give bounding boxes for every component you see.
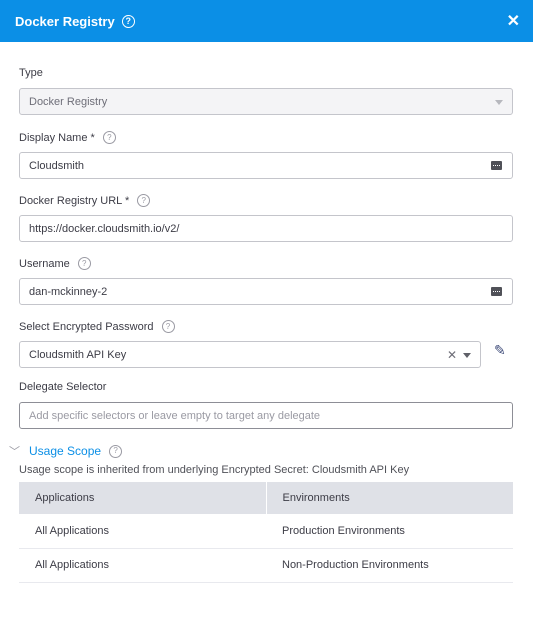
type-select-value: Docker Registry — [29, 95, 108, 108]
column-header-environments: Environments — [266, 482, 513, 514]
registry-url-input[interactable]: https://docker.cloudsmith.io/v2/ — [19, 215, 513, 242]
chevron-down-icon[interactable]: ﹀ — [9, 443, 25, 459]
usage-scope-table: Applications Environments All Applicatio… — [19, 482, 513, 583]
delegate-placeholder: Add specific selectors or leave empty to… — [29, 409, 321, 422]
table-cell: All Applications — [19, 514, 266, 549]
close-icon[interactable]: ✕ — [507, 11, 520, 31]
registry-url-label-text: Docker Registry URL * — [19, 194, 130, 207]
key-icon[interactable] — [491, 161, 502, 170]
username-input[interactable]: dan-mckinney-2 — [19, 278, 513, 305]
password-select[interactable]: Cloudsmith API Key ✕ — [19, 341, 481, 368]
password-label-text: Select Encrypted Password — [19, 320, 154, 333]
username-value: dan-mckinney-2 — [29, 285, 108, 298]
table-row: All Applications Production Environments — [19, 514, 513, 549]
password-label: Select Encrypted Password ? — [19, 320, 175, 333]
column-header-applications: Applications — [19, 482, 267, 514]
display-name-label: Display Name * ? — [19, 131, 116, 144]
dialog-header: Docker Registry ? ✕ — [0, 0, 533, 42]
type-label: Type — [19, 67, 43, 79]
username-label-text: Username — [19, 257, 70, 270]
delegate-label-text: Delegate Selector — [19, 381, 107, 393]
help-icon[interactable]: ? — [121, 14, 135, 28]
table-cell: All Applications — [19, 548, 266, 583]
display-name-value: Cloudsmith — [29, 159, 85, 172]
delegate-selector-input[interactable]: Add specific selectors or leave empty to… — [19, 402, 513, 429]
type-label-text: Type — [19, 67, 43, 79]
help-icon[interactable]: ? — [109, 444, 123, 458]
usage-scope-title[interactable]: Usage Scope — [29, 444, 101, 458]
type-select[interactable]: Docker Registry — [19, 88, 513, 115]
usage-scope-header[interactable]: ﹀ Usage Scope ? — [9, 443, 123, 459]
username-label: Username ? — [19, 257, 91, 270]
table-cell: Non-Production Environments — [266, 548, 513, 583]
help-icon[interactable]: ? — [102, 131, 116, 144]
password-select-value: Cloudsmith API Key — [29, 348, 127, 361]
chevron-down-icon[interactable] — [463, 353, 471, 358]
registry-url-value: https://docker.cloudsmith.io/v2/ — [29, 222, 180, 235]
table-header-row: Applications Environments — [19, 482, 513, 514]
dialog-title: Docker Registry — [15, 13, 115, 29]
help-icon[interactable]: ? — [137, 194, 151, 207]
display-name-input[interactable]: Cloudsmith — [19, 152, 513, 179]
clear-icon[interactable]: ✕ — [447, 348, 457, 362]
display-name-label-text: Display Name * — [19, 131, 95, 144]
key-icon[interactable] — [491, 287, 502, 296]
registry-url-label: Docker Registry URL * ? — [19, 194, 151, 207]
table-cell: Production Environments — [266, 514, 513, 549]
table-row: All Applications Non-Production Environm… — [19, 548, 513, 583]
pencil-icon[interactable]: ✎ — [494, 342, 506, 359]
help-icon[interactable]: ? — [161, 320, 175, 333]
delegate-label: Delegate Selector — [19, 381, 106, 393]
usage-scope-note: Usage scope is inherited from underlying… — [19, 464, 410, 476]
help-icon[interactable]: ? — [77, 257, 91, 270]
chevron-down-icon — [495, 100, 503, 105]
